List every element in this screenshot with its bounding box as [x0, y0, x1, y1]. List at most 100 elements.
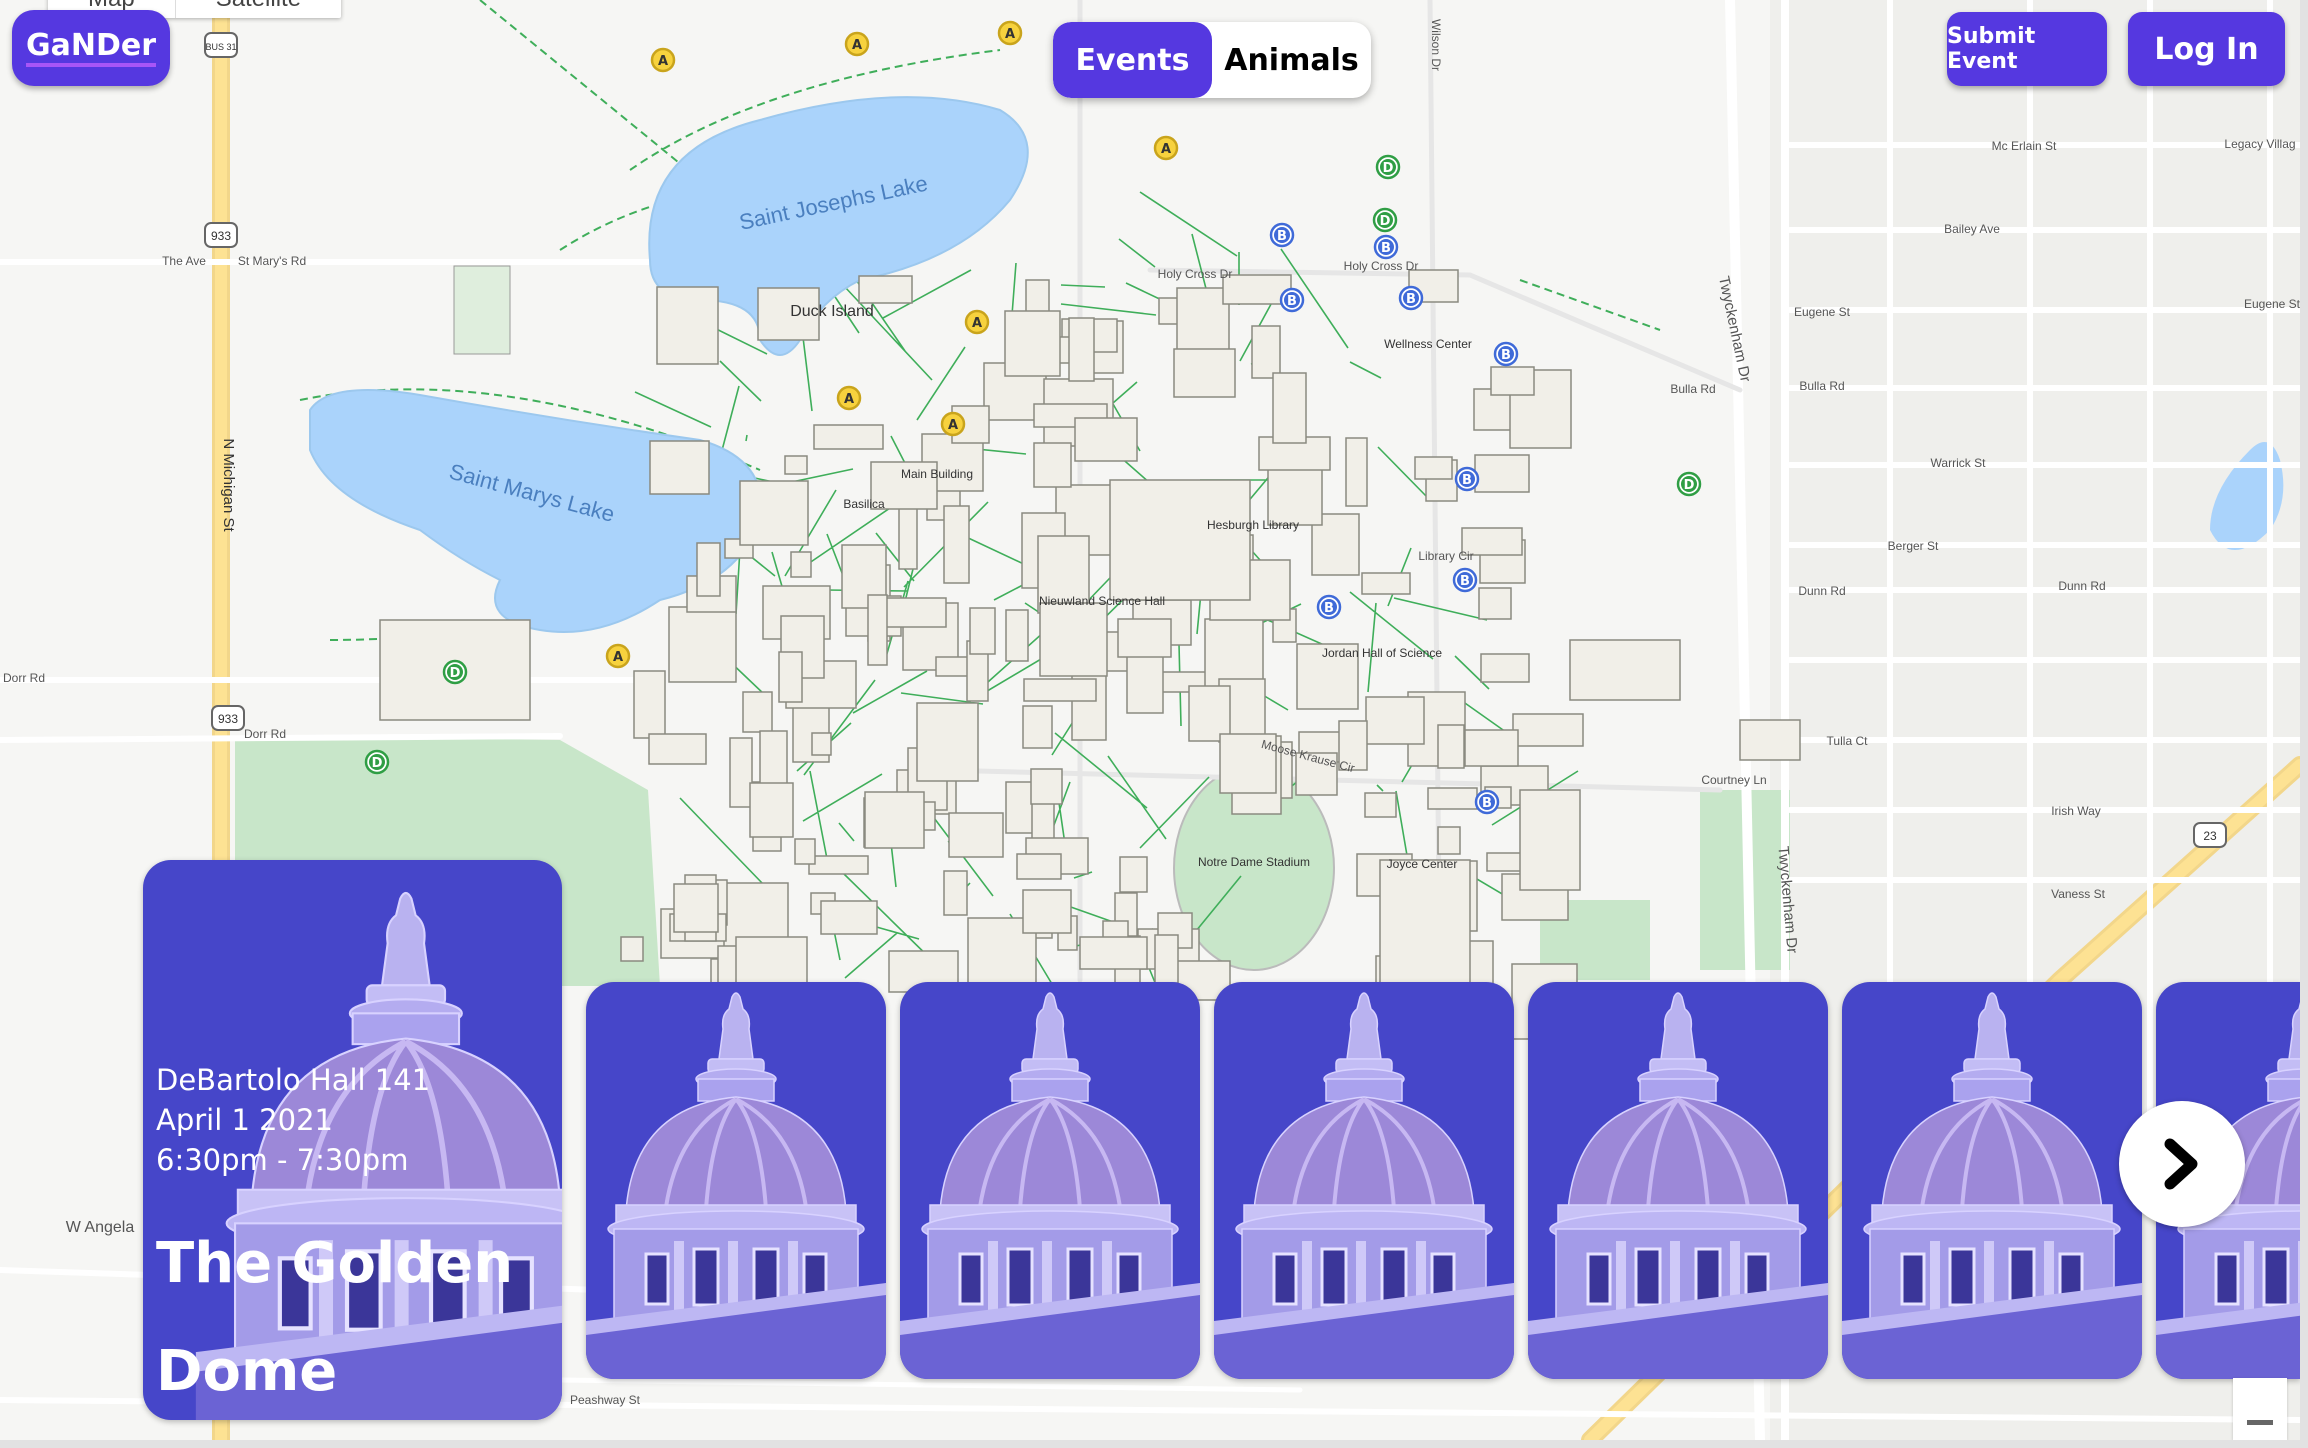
map-label: Joyce Center [1387, 857, 1458, 871]
golden-dome-image [586, 982, 886, 1379]
map-label: Warrick St [1931, 456, 1987, 470]
building [729, 737, 753, 808]
map-label: St Mary's Rd [238, 254, 306, 268]
building [1478, 587, 1512, 620]
map-marker-a: A [650, 47, 676, 73]
map-label: Wilson Dr [1429, 19, 1443, 71]
golden-dome-image [1842, 982, 2142, 1379]
building [668, 606, 737, 683]
map-label: The Ave [162, 254, 206, 268]
map-label: Duck Island [790, 303, 874, 320]
map-label: Jordan Hall of Science [1322, 646, 1442, 660]
horizontal-scrollbar[interactable] [0, 1440, 2308, 1448]
building [1512, 713, 1584, 747]
shield-label: 933 [218, 712, 238, 726]
marker-letter: D [1684, 478, 1695, 493]
building [1490, 366, 1535, 396]
map-label: Basilica [843, 497, 885, 511]
golden-dome-image [1214, 982, 1514, 1379]
building [820, 900, 878, 935]
building [1364, 792, 1397, 818]
map-marker-b: B [1474, 789, 1500, 815]
event-card[interactable] [1214, 982, 1514, 1379]
building [867, 594, 888, 666]
event-card[interactable] [1842, 982, 2142, 1379]
building [1188, 685, 1231, 742]
vertical-scrollbar[interactable] [2300, 0, 2308, 1448]
marker-letter: D [372, 756, 383, 771]
building [811, 732, 832, 756]
map-marker-a: A [997, 20, 1023, 46]
building [1022, 889, 1072, 934]
building [1474, 454, 1530, 493]
marker-letter: A [613, 650, 623, 665]
featured-event-card[interactable]: DeBartolo Hall 141 April 1 2021 6:30pm -… [143, 860, 562, 1420]
map-label: Berger St [1888, 539, 1939, 553]
field [453, 265, 511, 355]
map-label: Hesburgh Library [1207, 518, 1299, 532]
event-card[interactable] [586, 982, 886, 1379]
building [1251, 325, 1281, 379]
submit-event-button[interactable]: Submit Event [1947, 12, 2107, 86]
map-label: N Michigan St [220, 438, 237, 532]
map-label: Mc Erlain St [1992, 139, 2057, 153]
zoom-out-icon[interactable] [2247, 1420, 2273, 1425]
building [1039, 602, 1108, 677]
shield-label: 23 [2203, 829, 2217, 843]
building [898, 500, 918, 570]
map-label: Dunn Rd [2058, 579, 2105, 593]
route-shield: 933 [204, 222, 238, 248]
map-label: W Angela [66, 1219, 135, 1236]
map-marker-d: D [1372, 207, 1398, 233]
building [916, 702, 979, 782]
map-label: Bulla Rd [1799, 379, 1844, 393]
map-label: Notre Dame Stadium [1198, 855, 1310, 869]
marker-letter: B [1406, 292, 1416, 307]
marker-letter: D [450, 666, 461, 681]
map-label: Tulla Ct [1827, 734, 1869, 748]
building [1361, 572, 1411, 595]
event-location: DeBartolo Hall 141 [156, 1063, 431, 1097]
event-card[interactable] [900, 982, 1200, 1379]
event-card[interactable] [1528, 982, 1828, 1379]
tab-animals[interactable]: Animals [1212, 22, 1371, 98]
view-toggle[interactable]: Events Animals [1053, 22, 1371, 98]
building [1437, 724, 1465, 769]
marker-letter: A [1005, 27, 1015, 42]
map-marker-a: A [844, 31, 870, 57]
map-marker-a: A [1153, 135, 1179, 161]
map-marker-b: B [1373, 234, 1399, 260]
building [1030, 768, 1063, 805]
building [1272, 372, 1307, 444]
map-marker-b: B [1398, 285, 1424, 311]
building [808, 855, 869, 875]
golden-dome-image [900, 982, 1200, 1379]
building [1033, 442, 1072, 488]
marker-letter: B [1460, 574, 1470, 589]
carousel-next-button[interactable] [2119, 1101, 2245, 1227]
building [1117, 618, 1172, 658]
building [1519, 789, 1581, 891]
building [1379, 859, 1471, 1001]
building [1074, 417, 1138, 462]
map-marker-b: B [1316, 594, 1342, 620]
map-type-satellite[interactable]: Satellite [174, 0, 341, 18]
zoom-control[interactable] [2233, 1378, 2287, 1440]
marker-letter: B [1287, 294, 1297, 309]
map-label: Nieuwland Science Hall [1039, 594, 1165, 608]
tab-events[interactable]: Events [1053, 22, 1212, 98]
marker-letter: A [948, 418, 958, 433]
event-date: April 1 2021 [156, 1103, 333, 1137]
brand-home-button[interactable]: GaNDer [12, 10, 170, 86]
marker-letter: B [1381, 241, 1391, 256]
golden-dome-image [1528, 982, 1828, 1379]
building [1109, 479, 1251, 601]
map-label: Wellness Center [1384, 337, 1472, 351]
shield-label: 933 [211, 229, 231, 243]
log-in-button[interactable]: Log In [2128, 12, 2285, 86]
map-label: Eugene St [1794, 305, 1851, 319]
marker-letter: A [972, 316, 982, 331]
event-details: DeBartolo Hall 141 April 1 2021 6:30pm -… [156, 1060, 430, 1180]
building [1005, 609, 1029, 662]
building [794, 838, 816, 865]
